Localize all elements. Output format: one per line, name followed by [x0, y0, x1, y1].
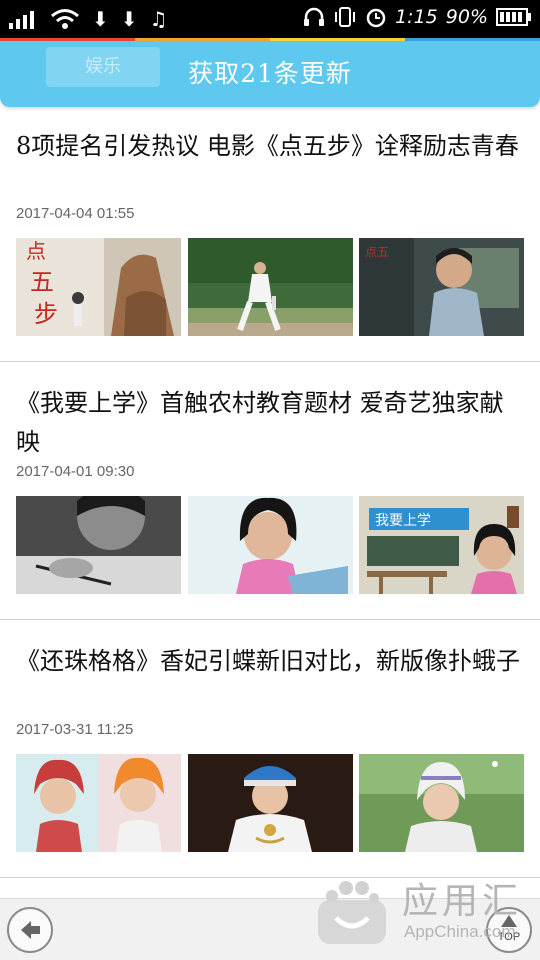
status-bar: ⬇ ⬇ ♫ 1:15 90% [0, 0, 540, 38]
news-thumbnails: 我要上学 [16, 496, 524, 594]
news-date: 2017-04-04 01:55 [16, 205, 135, 222]
scroll-to-top-label: TOP [497, 931, 521, 943]
news-date: 2017-03-31 11:25 [16, 721, 134, 738]
signal-icon [9, 11, 34, 29]
thumb-caption: 我要上学 [375, 513, 431, 529]
battery-icon [496, 8, 531, 26]
news-item[interactable]: 8项提名引发热议 电影《点五步》诠释励志青春 2017-04-04 01:55 … [0, 107, 540, 362]
headphones-icon [304, 7, 325, 26]
status-time: 1:15 [395, 6, 438, 28]
status-left-icons: ⬇ ⬇ ♫ [8, 7, 167, 31]
battery-percent: 90% [445, 6, 488, 28]
svg-text:步: 步 [34, 300, 58, 328]
news-thumbnail[interactable]: 点 五 步 [16, 238, 181, 336]
news-thumbnail[interactable] [359, 754, 524, 852]
news-date: 2017-04-01 09:30 [16, 463, 135, 480]
bottom-bar: TOP [0, 898, 540, 960]
news-title[interactable]: 《我要上学》首触农村教育题材 爱奇艺独家献映 [16, 384, 526, 462]
download-icon: ⬇ [120, 7, 138, 31]
news-thumbnail[interactable] [187, 496, 353, 594]
news-thumbnail[interactable] [187, 238, 353, 336]
news-title[interactable]: 8项提名引发热议 电影《点五步》诠释励志青春 [16, 127, 526, 166]
news-title[interactable]: 《还珠格格》香妃引蝶新旧对比，新版像扑蛾子 [16, 642, 526, 681]
scroll-to-top-button[interactable]: TOP [486, 907, 532, 953]
download-icon: ⬇ [92, 7, 109, 31]
back-button[interactable] [7, 907, 53, 953]
news-item[interactable]: 《还珠格格》香妃引蝶新旧对比，新版像扑蛾子 2017-03-31 11:25 [0, 620, 540, 878]
news-thumbnail[interactable]: 我要上学 [359, 496, 524, 594]
news-thumbnails [16, 754, 524, 852]
alarm-clock-icon [366, 8, 386, 28]
news-thumbnail[interactable] [187, 754, 353, 852]
wifi-icon [51, 9, 79, 29]
update-toast-banner: 娱乐 获取21条更新 [0, 41, 540, 107]
arrow-left-icon [21, 921, 40, 939]
svg-text:五: 五 [30, 268, 54, 296]
news-thumbnails: 点 五 步 点五 [16, 238, 524, 336]
news-item[interactable]: 《我要上学》首触农村教育题材 爱奇艺独家献映 2017-04-01 09:30 [0, 362, 540, 620]
news-thumbnail[interactable] [16, 496, 181, 594]
music-note-icon: ♫ [149, 7, 168, 31]
status-right-icons: 1:15 90% [303, 6, 532, 28]
svg-text:点: 点 [26, 239, 46, 263]
news-thumbnail[interactable] [16, 754, 181, 852]
update-toast-message: 获取21条更新 [188, 59, 352, 88]
news-thumbnail[interactable]: 点五 [359, 238, 524, 336]
svg-text:点五: 点五 [365, 245, 389, 259]
vibrate-icon [335, 7, 356, 27]
